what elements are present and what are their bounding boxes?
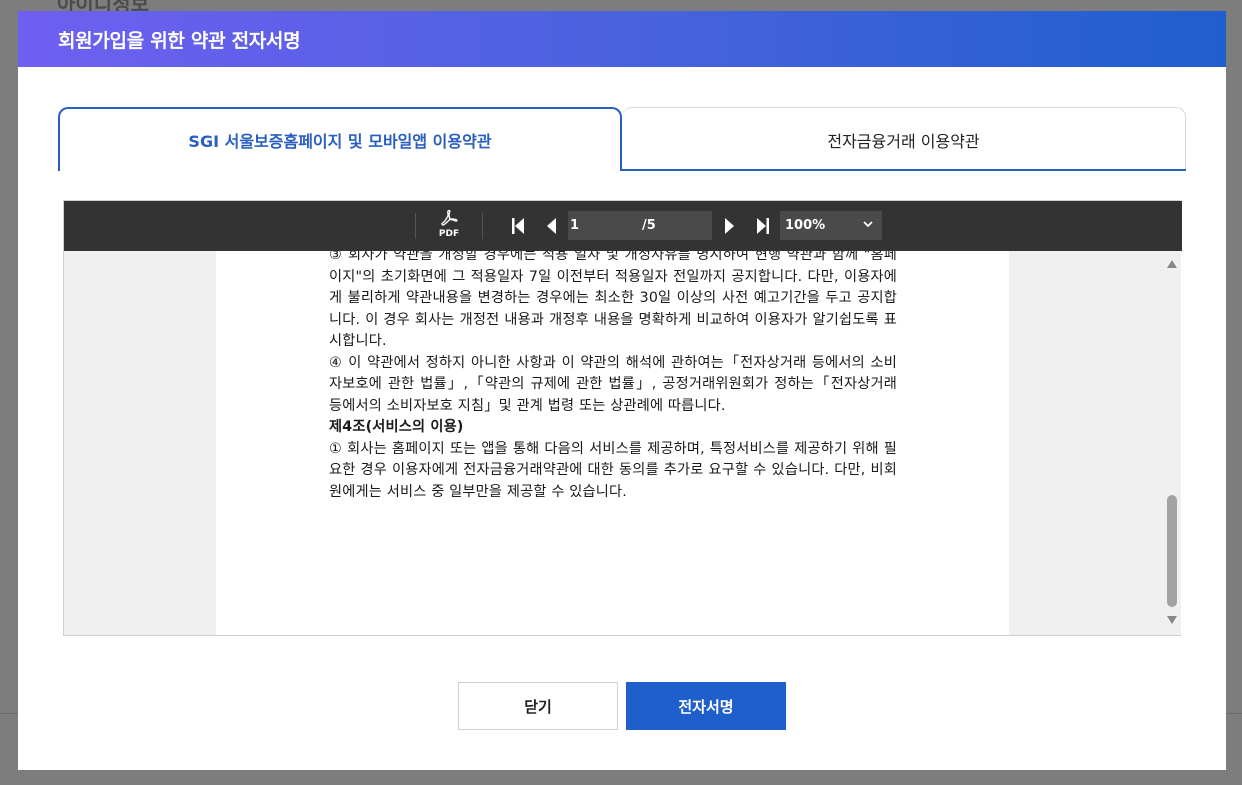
terms-paragraph: ④ 이 약관에서 정하지 아니한 사항과 이 약관의 해석에 관하여는「전자상거… — [329, 354, 897, 414]
first-page-button[interactable] — [508, 215, 528, 237]
modal-title: 회원가입을 위한 약관 전자서명 — [58, 29, 301, 52]
scroll-up-icon[interactable] — [1166, 259, 1178, 269]
pdf-viewer: PDF /5 — [63, 200, 1182, 636]
chevron-down-icon — [863, 221, 873, 228]
zoom-select[interactable]: 100% — [780, 211, 882, 240]
terms-tabs: SGI 서울보증홈페이지 및 모바일앱 이용약관 전자금융거래 이용약관 — [58, 107, 1186, 171]
page-number-input[interactable] — [568, 211, 638, 240]
close-button[interactable]: 닫기 — [458, 682, 618, 730]
first-page-icon — [512, 218, 524, 234]
terms-signature-modal: 회원가입을 위한 약관 전자서명 SGI 서울보증홈페이지 및 모바일앱 이용약… — [18, 11, 1226, 770]
pdf-toolbar: PDF /5 — [64, 201, 1182, 251]
pdf-icon — [441, 209, 458, 226]
terms-text: ③ 회사가 약관을 개정할 경우에는 적용 일자 및 개정사유를 명시하여 현행… — [329, 251, 897, 503]
background-divider — [1226, 713, 1242, 714]
background-divider — [0, 713, 18, 714]
tab-underline — [622, 169, 1186, 171]
terms-paragraph: ③ 회사가 약관을 개정할 경우에는 적용 일자 및 개정사유를 명시하여 현행… — [329, 251, 897, 349]
next-page-icon — [725, 218, 734, 234]
last-page-icon — [757, 218, 769, 234]
zoom-value: 100% — [785, 218, 826, 233]
next-page-button[interactable] — [719, 215, 739, 237]
terms-paragraph: ① 회사는 홈페이지 또는 앱을 통해 다음의 서비스를 제공하며, 특정서비스… — [329, 440, 897, 500]
previous-page-button[interactable] — [542, 215, 562, 237]
article-heading: 제4조(서비스의 이용) — [329, 419, 464, 435]
tab-sgi-homepage-terms[interactable]: SGI 서울보증홈페이지 및 모바일앱 이용약관 — [58, 107, 622, 171]
last-page-button[interactable] — [753, 215, 773, 237]
pdf-page: ③ 회사가 약관을 개정할 경우에는 적용 일자 및 개정사유를 명시하여 현행… — [216, 251, 1009, 635]
e-signature-button[interactable]: 전자서명 — [626, 682, 786, 730]
pdf-label: PDF — [438, 229, 460, 239]
toolbar-separator — [482, 213, 483, 239]
page-total: /5 — [638, 211, 712, 240]
toolbar-separator — [415, 213, 416, 239]
pdf-download-button[interactable]: PDF — [434, 209, 464, 243]
scroll-down-icon[interactable] — [1166, 615, 1178, 625]
pdf-document-area[interactable]: ③ 회사가 약관을 개정할 경우에는 적용 일자 및 개정사유를 명시하여 현행… — [64, 251, 1164, 635]
scrollbar-thumb[interactable] — [1167, 495, 1177, 607]
modal-header: 회원가입을 위한 약관 전자서명 — [18, 11, 1226, 67]
previous-page-icon — [547, 218, 556, 234]
pdf-scrollbar[interactable] — [1163, 251, 1181, 635]
tab-electronic-finance-terms[interactable]: 전자금융거래 이용약관 — [622, 107, 1186, 171]
